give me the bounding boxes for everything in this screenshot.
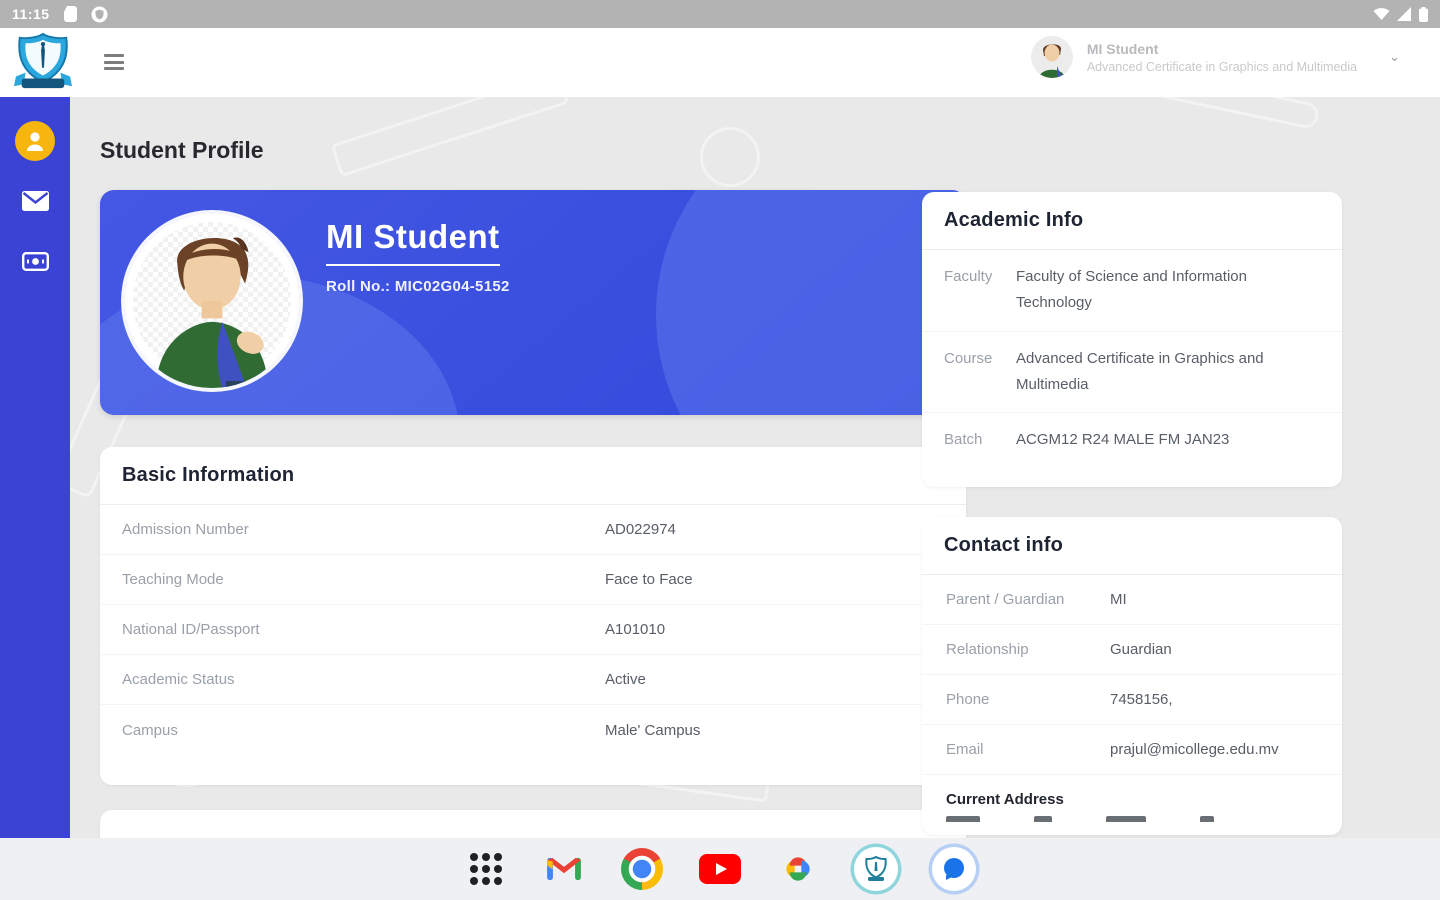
basic-information-card: Basic Information Admission Number AD022… <box>100 447 966 785</box>
signal-icon <box>1397 7 1412 21</box>
user-menu[interactable]: MI Student Advanced Certificate in Graph… <box>1030 36 1400 78</box>
contact-info-header: Contact info <box>922 517 1342 575</box>
next-section-card <box>100 810 966 838</box>
google-photos-icon <box>786 857 810 881</box>
android-taskbar <box>0 838 1440 900</box>
card-blob <box>656 190 966 415</box>
info-row-admission-number: Admission Number AD022974 <box>100 505 966 555</box>
page-title: Student Profile <box>100 137 264 163</box>
envelope-icon <box>21 191 49 211</box>
contact-row-relationship: Relationship Guardian <box>922 625 1342 675</box>
chevron-down-icon: ⌄ <box>1389 49 1400 64</box>
banknote-icon <box>21 251 49 271</box>
shield-circle-icon <box>91 6 108 23</box>
screen: 11:15 MI Student Advanced Certificate in… <box>0 0 1440 900</box>
sidebar-item-profile[interactable] <box>15 121 55 161</box>
header-user-name: MI Student <box>1086 40 1159 57</box>
app-body: Student Profile MI Student Roll No.: MIC… <box>0 97 1440 838</box>
clipped-address-row <box>946 816 1342 822</box>
current-address-label: Current Address <box>946 791 1064 808</box>
basic-information-header: Basic Information <box>100 447 966 505</box>
basic-information-title: Basic Information <box>122 464 295 486</box>
status-bar: 11:15 <box>0 0 1440 28</box>
contact-row-email: Email prajul@micollege.edu.mv <box>922 725 1342 775</box>
contact-row-phone: Phone 7458156, <box>922 675 1342 725</box>
info-row-academic-status: Academic Status Active <box>100 655 966 705</box>
student-profile-card: MI Student Roll No.: MIC02G04-5152 <box>100 190 966 415</box>
youtube-app[interactable] <box>698 847 742 891</box>
academic-row-batch: Batch ACGM12 R24 MALE FM JAN23 <box>944 431 1230 448</box>
app-drawer-button[interactable] <box>464 847 508 891</box>
youtube-icon <box>699 854 741 884</box>
messages-bubble-icon <box>944 858 964 880</box>
student-roll-no: Roll No.: MIC02G04-5152 <box>326 278 510 295</box>
student-avatar <box>125 214 299 388</box>
app-header: MI Student Advanced Certificate in Graph… <box>0 28 1440 97</box>
battery-app-icon <box>63 6 77 22</box>
contact-info-card: Contact info Parent / Guardian MI Relati… <box>922 517 1342 835</box>
user-avatar <box>1030 36 1073 78</box>
mi-college-shield-icon <box>865 856 887 881</box>
wifi-icon <box>1373 7 1390 21</box>
menu-icon[interactable] <box>104 54 124 70</box>
info-row-national-id: National ID/Passport A101010 <box>100 605 966 655</box>
contact-info-title: Contact info <box>944 534 1064 556</box>
academic-info-title: Academic Info <box>944 209 1084 231</box>
person-icon <box>27 132 43 151</box>
student-name: MI Student <box>326 218 500 266</box>
sidebar-item-payments[interactable] <box>15 241 55 281</box>
info-row-teaching-mode: Teaching Mode Face to Face <box>100 555 966 605</box>
header-user-course: Advanced Certificate in Graphics and Mul… <box>1086 59 1358 74</box>
gmail-app[interactable] <box>542 847 586 891</box>
clock: 11:15 <box>12 6 50 22</box>
sidebar-item-messages[interactable] <box>15 181 55 221</box>
battery-icon <box>1419 6 1428 22</box>
academic-row-course: Course Advanced Certificate in Graphics … <box>922 332 1342 413</box>
google-messages-app[interactable] <box>932 847 976 891</box>
app-grid-icon <box>470 853 502 885</box>
contact-row-guardian: Parent / Guardian MI <box>922 575 1342 625</box>
gmail-icon <box>547 857 581 881</box>
info-row-campus: Campus Male' Campus <box>122 721 701 739</box>
google-photos-app[interactable] <box>776 847 820 891</box>
chrome-app[interactable] <box>620 847 664 891</box>
mi-college-app[interactable] <box>854 847 898 891</box>
academic-info-card: Academic Info Faculty Faculty of Science… <box>922 192 1342 487</box>
chrome-icon <box>621 848 663 890</box>
academic-row-faculty: Faculty Faculty of Science and Informati… <box>922 250 1342 332</box>
college-logo[interactable] <box>12 32 74 92</box>
academic-info-header: Academic Info <box>922 192 1342 250</box>
sidebar-nav <box>0 97 70 838</box>
